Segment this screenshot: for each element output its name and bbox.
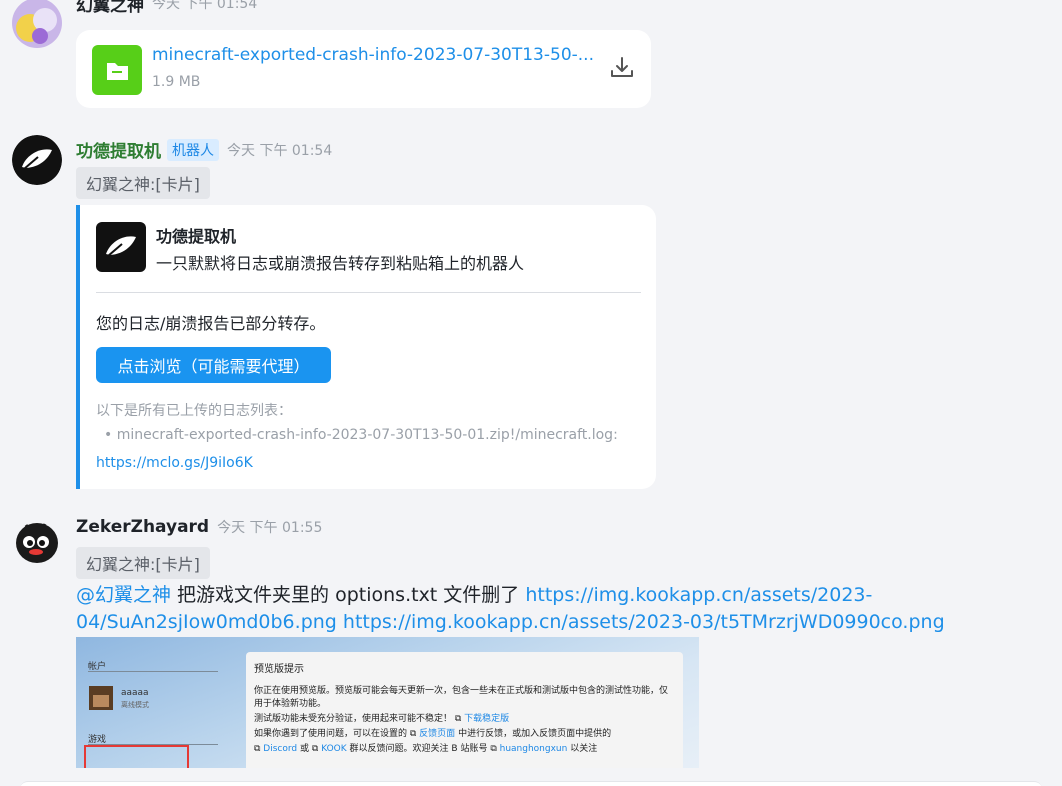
username[interactable]: 功德提取机	[76, 137, 161, 162]
download-icon[interactable]	[608, 54, 636, 82]
file-folder-icon	[92, 45, 142, 95]
panel-paragraph: 测试版功能未受充分验证，使用起来可能不稳定！ ⧉ 下载稳定版	[254, 714, 510, 724]
browse-button[interactable]: 点击浏览（可能需要代理）	[96, 347, 331, 383]
launcher-sidebar: 帐户 aaaaa 离线模式 游戏	[76, 637, 236, 768]
message-text: @幻翼之神 把游戏文件夹里的 options.txt 文件删了 https://…	[76, 582, 1036, 636]
panel-title: 预览版提示	[254, 664, 304, 675]
timestamp: 今天 下午 01:55	[217, 520, 323, 536]
log-link[interactable]: https://mclo.gs/J9iIo6K	[96, 455, 253, 471]
bot-avatar[interactable]	[12, 135, 62, 185]
username[interactable]: 幻翼之神	[76, 0, 144, 16]
timestamp: 今天 下午 01:54	[227, 142, 333, 159]
user-avatar[interactable]	[12, 515, 62, 565]
user-avatar[interactable]	[12, 0, 62, 48]
account-mode: 离线模式	[121, 701, 149, 709]
attached-screenshot[interactable]: 帐户 aaaaa 离线模式 游戏 预览版提示 你正在使用预览版。预览版可能会每天…	[76, 637, 699, 768]
log-list-title: 以下是所有已上传的日志列表：	[96, 403, 292, 419]
file-size: 1.9 MB	[152, 74, 201, 90]
username[interactable]: ZekerZhayard	[76, 517, 209, 537]
quoted-message[interactable]: 幻翼之神:[卡片]	[76, 167, 210, 199]
card-status-text: 您的日志/崩溃报告已部分转存。	[96, 314, 326, 333]
log-list-item: • minecraft-exported-crash-info-2023-07-…	[104, 427, 618, 443]
mention[interactable]: @幻翼之神	[76, 584, 171, 606]
bot-logo-icon	[96, 222, 146, 272]
card-description: 一只默默将日志或崩溃报告转存到粘贴箱上的机器人	[156, 254, 525, 273]
file-attachment[interactable]: minecraft-exported-crash-info-2023-07-30…	[76, 30, 651, 108]
timestamp: 今天 下午 01:54	[152, 0, 258, 12]
card-divider	[96, 292, 641, 293]
file-name[interactable]: minecraft-exported-crash-info-2023-07-30…	[152, 45, 597, 65]
panel-paragraph: 如果你遇到了使用问题，可以在设置的 ⧉ 反馈页面 中进行反馈，或加入反馈页面中提…	[254, 729, 612, 739]
panel-paragraph: ⧉ Discord 或 ⧉ KOOK 群以反馈问题。欢迎关注 B 站账号 ⧉ h…	[254, 744, 598, 754]
message-input-area[interactable]	[20, 781, 1042, 786]
image-link-2[interactable]: https://img.kookapp.cn/assets/2023-03/t5…	[343, 611, 945, 633]
account-avatar-icon	[89, 686, 113, 710]
bot-card: 功德提取机 一只默默将日志或崩溃报告转存到粘贴箱上的机器人 您的日志/崩溃报告已…	[76, 205, 656, 489]
panel-paragraph: 你正在使用预览版。预览版可能会每天更新一次，包含一些未在正式版和测试版中包含的测…	[254, 686, 669, 709]
bot-badge: 机器人	[167, 138, 219, 161]
divider	[88, 671, 218, 672]
preview-notice-panel: 预览版提示 你正在使用预览版。预览版可能会每天更新一次，包含一些未在正式版和测试…	[246, 652, 683, 768]
highlight-box	[84, 745, 189, 768]
message-body: 把游戏文件夹里的 options.txt 文件删了	[171, 584, 526, 606]
quoted-message[interactable]: 幻翼之神:[卡片]	[76, 547, 210, 579]
card-title: 功德提取机	[156, 227, 237, 246]
account-name: aaaaa	[121, 688, 149, 698]
